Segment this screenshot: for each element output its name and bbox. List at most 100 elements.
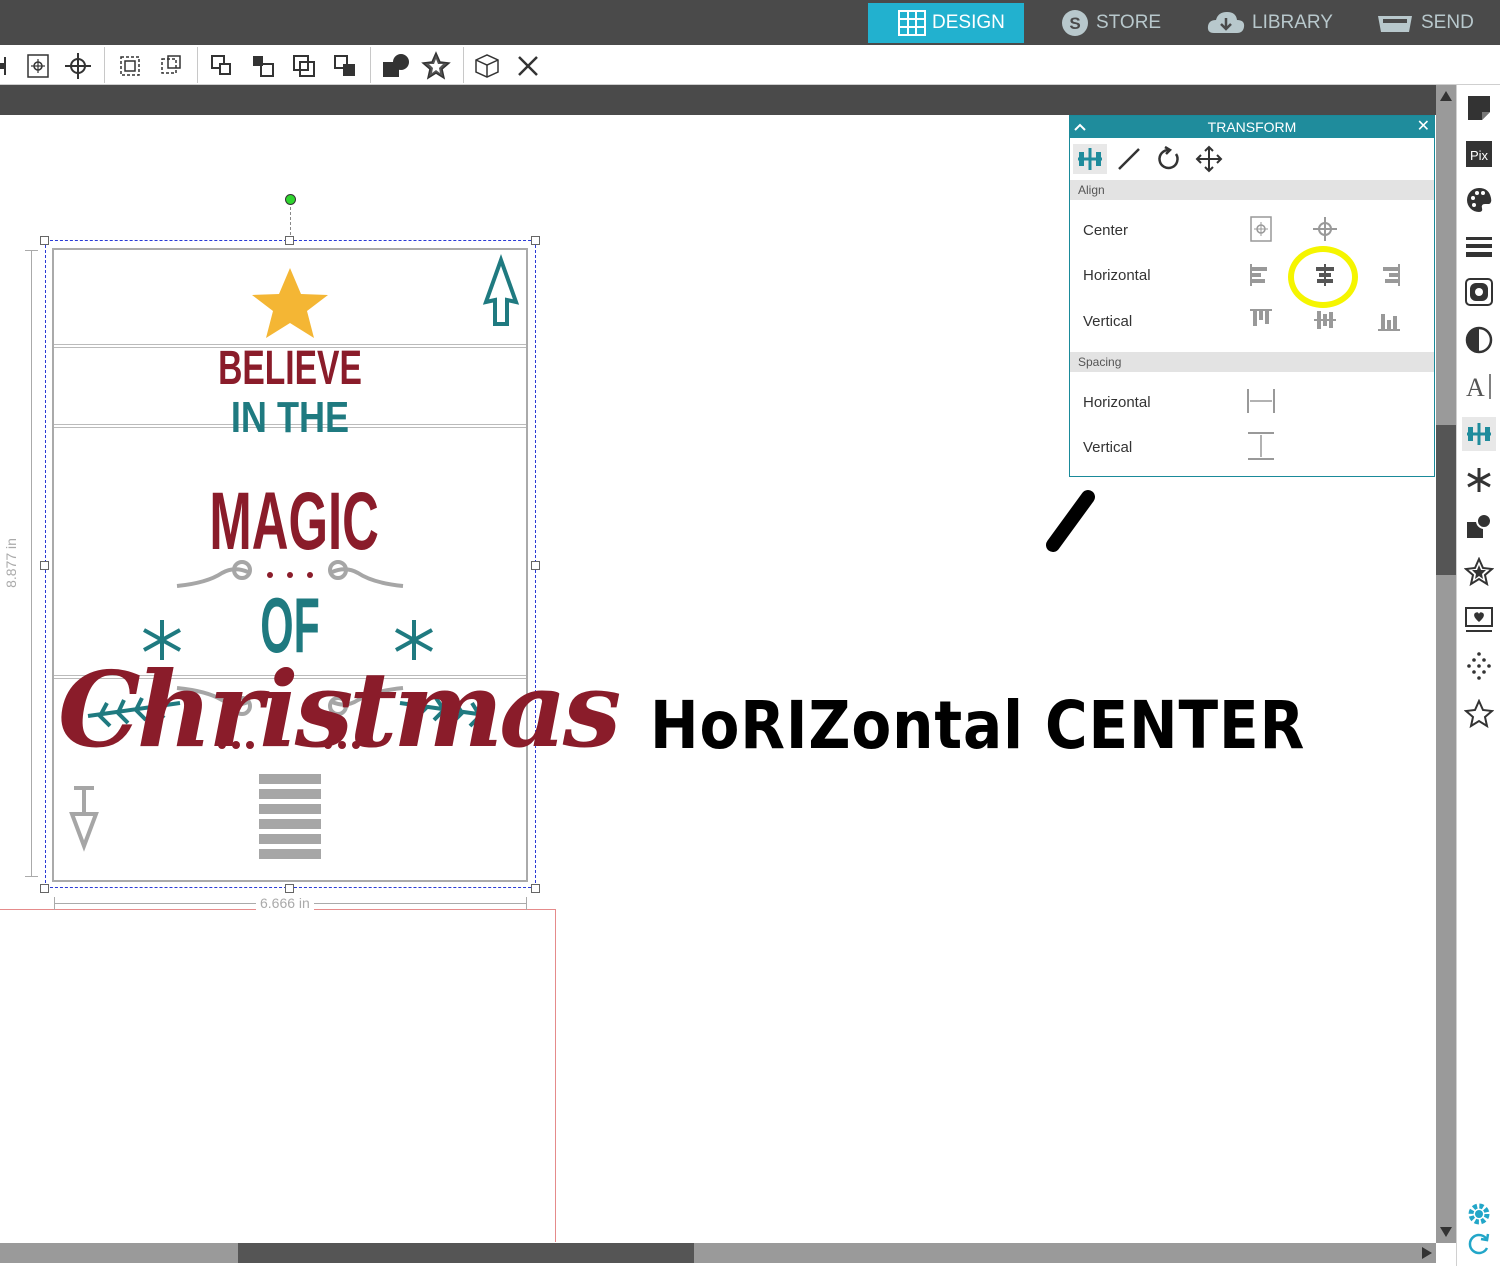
toolbar-separator — [370, 47, 371, 83]
trace-icon[interactable] — [1462, 603, 1496, 637]
toolbar-separator — [104, 47, 105, 83]
center-to-page-icon[interactable] — [1246, 214, 1276, 244]
dimension-tick — [526, 897, 527, 910]
align-bottom-icon[interactable] — [1374, 305, 1404, 335]
dimension-tick — [54, 897, 55, 910]
center-to-page-icon[interactable] — [23, 51, 53, 81]
resize-handle[interactable] — [40, 236, 49, 245]
rotate-handle[interactable] — [285, 194, 296, 205]
tab-store-label: STORE — [1096, 12, 1162, 33]
align-left-icon[interactable] — [1246, 260, 1276, 290]
resize-handle[interactable] — [285, 236, 294, 245]
group-icon[interactable] — [115, 51, 145, 81]
align-right-icon[interactable] — [1374, 260, 1404, 290]
resize-handle[interactable] — [531, 884, 540, 893]
transform-panel-toggle-icon[interactable] — [1462, 417, 1496, 451]
scroll-down-icon[interactable] — [1439, 1225, 1453, 1239]
vertical-scroll-thumb[interactable] — [1436, 425, 1456, 575]
scroll-up-icon[interactable] — [1439, 89, 1453, 103]
tab-send[interactable]: SEND — [1375, 3, 1474, 43]
grid-icon — [898, 10, 926, 36]
svg-text:S: S — [1069, 14, 1080, 33]
tab-rotate-icon[interactable] — [1152, 144, 1186, 174]
panel-close-icon[interactable]: ✕ — [1417, 116, 1430, 138]
toolbar-separator — [463, 47, 464, 83]
vertical-scrollbar[interactable] — [1436, 85, 1456, 1243]
row-label-vertical: Vertical — [1083, 313, 1133, 330]
align-top-icon[interactable] — [1246, 305, 1276, 335]
collapse-chevron-icon[interactable] — [1074, 116, 1086, 138]
scroll-right-icon[interactable] — [1420, 1246, 1434, 1260]
ruler-strip — [0, 85, 1436, 115]
svg-text:A: A — [1466, 373, 1485, 401]
bring-forward-icon[interactable] — [248, 51, 278, 81]
send-to-back-icon[interactable] — [330, 51, 360, 81]
cloud-download-icon — [1207, 12, 1245, 33]
page-border — [0, 909, 556, 1242]
resize-handle[interactable] — [40, 884, 49, 893]
transform-panel-header: TRANSFORM ✕ — [1070, 116, 1434, 138]
space-horizontally-icon[interactable] — [1246, 386, 1276, 416]
align-vertical-center-icon[interactable] — [1310, 305, 1340, 335]
favorite-star-icon[interactable] — [1462, 697, 1496, 731]
arrow-down-icon — [69, 786, 99, 852]
align-left-icon[interactable] — [0, 51, 20, 81]
ungroup-icon[interactable] — [156, 51, 186, 81]
modify-icon[interactable] — [1462, 509, 1496, 543]
shape-fill-icon[interactable] — [381, 51, 411, 81]
3d-box-icon[interactable] — [472, 51, 502, 81]
design-text-magic: MAGIC — [209, 476, 379, 567]
page-setup-icon[interactable] — [1462, 91, 1496, 125]
center-crosshair-icon[interactable] — [63, 51, 93, 81]
close-icon[interactable] — [513, 51, 543, 81]
pix-scan-icon[interactable]: Pix — [1462, 137, 1496, 171]
tab-store[interactable]: S STORE — [1060, 3, 1161, 43]
replicate-icon[interactable] — [1462, 463, 1496, 497]
space-vertically-icon[interactable] — [1246, 431, 1276, 461]
contrast-icon[interactable] — [1462, 323, 1496, 357]
transform-panel: TRANSFORM ✕ Align Center Horizontal Vert… — [1069, 115, 1435, 477]
bring-to-front-icon[interactable] — [207, 51, 237, 81]
resize-handle[interactable] — [285, 884, 294, 893]
pattern-fill-icon[interactable] — [1462, 275, 1496, 309]
tab-move-icon[interactable] — [1192, 144, 1226, 174]
transform-tabs — [1070, 138, 1434, 180]
center-objects-icon[interactable] — [1310, 214, 1340, 244]
gold-star-icon — [252, 268, 328, 338]
section-spacing: Spacing — [1070, 352, 1434, 372]
offset-star-icon[interactable] — [1462, 555, 1496, 589]
row-label-center: Center — [1083, 222, 1129, 239]
annotation-text: HoRIZontal CENTER — [650, 687, 1306, 764]
design-text-in-the: IN THE — [230, 393, 350, 442]
dimension-tick — [25, 876, 38, 877]
resize-handle[interactable] — [531, 236, 540, 245]
tab-scale-icon[interactable] — [1112, 144, 1146, 174]
height-dimension-label: 8.877 in — [2, 534, 19, 592]
tab-align-icon[interactable] — [1073, 144, 1107, 174]
resize-handle[interactable] — [531, 561, 540, 570]
height-dimension-line — [31, 250, 32, 876]
star-icon[interactable] — [421, 51, 451, 81]
dimension-tick — [25, 250, 38, 251]
fill-palette-icon[interactable] — [1462, 183, 1496, 217]
align-horizontal-center-icon[interactable] — [1310, 260, 1340, 290]
horizontal-scroll-thumb[interactable] — [238, 1243, 694, 1263]
horizontal-scrollbar[interactable] — [0, 1243, 1436, 1263]
line-style-icon[interactable] — [1462, 229, 1496, 263]
silhouette-s-icon: S — [1062, 10, 1088, 36]
svg-text:Pix: Pix — [1470, 148, 1489, 163]
row-label-horizontal: Horizontal — [1083, 267, 1151, 284]
tab-design[interactable]: DESIGN — [868, 3, 1024, 43]
send-backward-icon[interactable] — [289, 51, 319, 81]
resize-handle[interactable] — [40, 561, 49, 570]
text-style-icon[interactable]: A — [1462, 369, 1496, 403]
refresh-icon[interactable] — [1462, 1227, 1496, 1261]
design-text-believe: BELIEVE — [218, 342, 362, 395]
top-navigation-bar: DESIGN S STORE LIBRARY SEND — [0, 0, 1500, 45]
tab-design-label: DESIGN — [932, 12, 1005, 33]
tab-library[interactable]: LIBRARY — [1206, 3, 1333, 43]
rotate-handle-line — [290, 207, 291, 235]
arrow-up-icon — [482, 254, 520, 326]
settings-gear-icon[interactable] — [1462, 1197, 1496, 1231]
sketch-dots-icon[interactable] — [1462, 649, 1496, 683]
